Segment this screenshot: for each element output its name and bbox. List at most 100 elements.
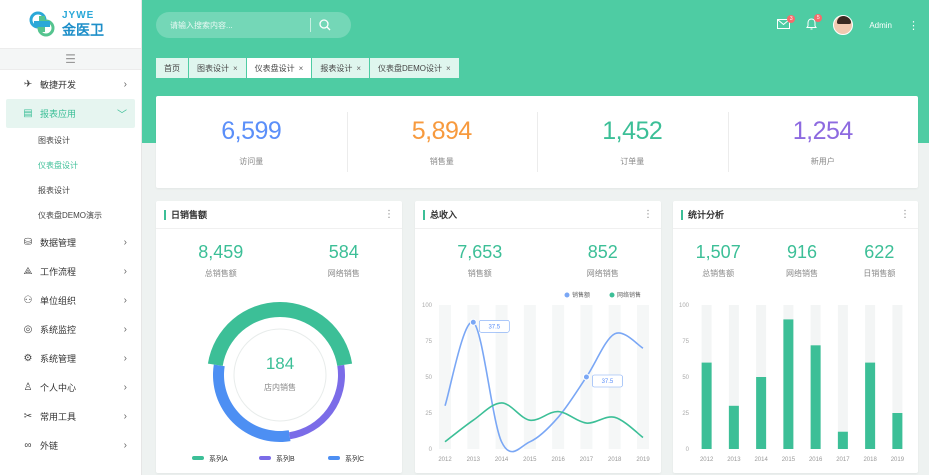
link-icon: ∞ xyxy=(24,440,32,451)
more-menu-icon[interactable]: ⋮ xyxy=(908,19,919,32)
x-tick-label: 2015 xyxy=(782,457,796,463)
user-name[interactable]: Admin xyxy=(869,21,892,30)
chevron-down-icon: ﹀ xyxy=(117,110,127,121)
bar[interactable] xyxy=(892,413,903,449)
data-point[interactable] xyxy=(582,373,590,381)
legend-label[interactable]: 系列C xyxy=(345,454,364,463)
y-tick-label: 100 xyxy=(679,303,690,309)
stat-block: 1,452 订单量 xyxy=(537,96,728,188)
stat-label: 总销售额 xyxy=(702,269,735,278)
close-icon[interactable]: × xyxy=(356,64,361,73)
bar[interactable] xyxy=(865,362,876,449)
sidebar-menu: ✈ 敏捷开发 › ▤ 报表应用 ﹀ 图表设计 仪表盘设计 报表设计 仪表盘DEMO演示 ⛁ 数据管理 ›… xyxy=(0,70,141,460)
legend-label[interactable]: 系列A xyxy=(209,454,228,463)
bar[interactable] xyxy=(810,345,821,449)
search-divider xyxy=(310,18,311,32)
search-icon[interactable] xyxy=(319,19,331,31)
stat-value: 1,254 xyxy=(792,117,854,145)
sidebar-subitem[interactable]: 图表设计 xyxy=(0,128,141,153)
logo[interactable]: JYWE 金医卫 xyxy=(0,0,141,48)
bell-icon[interactable]: 5 xyxy=(806,13,823,33)
panel-title: 日销售额 xyxy=(171,210,208,220)
sidebar-item-8[interactable]: ✂ 常用工具 › xyxy=(0,402,141,431)
bar[interactable] xyxy=(701,362,712,449)
legend-swatch xyxy=(192,456,204,460)
x-tick-label: 2012 xyxy=(700,457,714,463)
sidebar-item-label: 外链 xyxy=(40,441,59,451)
bar[interactable] xyxy=(728,405,739,449)
bar[interactable] xyxy=(837,431,848,449)
logo-icon xyxy=(29,11,55,37)
bar[interactable] xyxy=(783,319,794,449)
workflow-icon: ⟁ xyxy=(23,266,33,277)
sidebar-item-9[interactable]: ∞ 外链 › xyxy=(0,431,141,460)
collapse-menu-icon[interactable]: ☰ xyxy=(0,48,141,70)
stat-block: 1,254 新用户 xyxy=(727,96,919,188)
chevron-right-icon: › xyxy=(123,237,127,248)
sidebar-subitem[interactable]: 报表设计 xyxy=(0,178,141,203)
bar-chart: 0 25 50 75 100 2012 2013 2014 2015 2016 2017 2018 20… xyxy=(679,303,905,463)
sidebar: JYWE 金医卫 ☰ ✈ 敏捷开发 › ▤ 报表应用 ﹀ 图表设计 仪表盘设计 报表设计 仪表盘D… xyxy=(0,0,142,475)
chevron-right-icon: › xyxy=(123,266,127,277)
tab-label: 报表设计 xyxy=(320,63,353,73)
data-point[interactable] xyxy=(469,318,477,326)
tab-4[interactable]: 仪表盘DEMO设计 × xyxy=(370,58,459,78)
y-tick-label: 25 xyxy=(682,411,689,417)
sidebar-item-2[interactable]: ⛁ 数据管理 › xyxy=(0,228,141,257)
tab-2[interactable]: 仪表盘设计 × xyxy=(246,58,312,78)
grid-band xyxy=(523,305,536,449)
panel-stats: 7,653 销售额 852 网络销售 xyxy=(415,229,661,279)
panel-stats: 8,459 总销售额 584 网络销售 xyxy=(156,229,402,279)
sidebar-item-4[interactable]: ⚇ 单位组织 › xyxy=(0,286,141,315)
sidebar-item-5[interactable]: ◎ 系统监控 › xyxy=(0,315,141,344)
legend-label[interactable]: 系列B xyxy=(276,454,295,463)
sidebar-item-1[interactable]: ▤ 报表应用 ﹀ xyxy=(6,99,135,128)
stat-block: 6,599 访问量 xyxy=(156,96,347,188)
user-icon: ♙ xyxy=(23,382,33,393)
sidebar-item-7[interactable]: ♙ 个人中心 › xyxy=(0,373,141,402)
donut-center-label: 店内销售 xyxy=(264,382,296,392)
bell-badge: 5 xyxy=(814,13,823,22)
total-income-panel: 总收入 ⋮ 7,653 销售额 852 网络销售 2012 2013 2014 2015 2… xyxy=(415,201,661,473)
tab-label: 仪表盘DEMO设计 xyxy=(378,63,443,73)
panel-more-icon[interactable]: ⋮ xyxy=(384,209,394,220)
sidebar-item-6[interactable]: ⚙ 系统管理 › xyxy=(0,344,141,373)
legend-swatch xyxy=(259,456,271,460)
sidebar-subitem[interactable]: 仪表盘DEMO演示 xyxy=(0,203,141,228)
tab-0[interactable]: 首页 xyxy=(156,58,188,78)
donut-center-value: 184 xyxy=(266,354,294,373)
search-input[interactable] xyxy=(170,20,310,30)
legend-label[interactable]: 网络销售 xyxy=(617,291,641,299)
annotation-label: 37.5 xyxy=(602,379,614,385)
legend-label[interactable]: 销售额 xyxy=(572,291,590,299)
panel-stats: 1,507 总销售额 916 网络销售 622 日销售额 xyxy=(673,229,918,279)
close-icon[interactable]: × xyxy=(299,64,304,73)
tab-1[interactable]: 图表设计 × xyxy=(189,58,246,78)
x-tick-label: 2014 xyxy=(495,457,509,463)
tab-3[interactable]: 报表设计 × xyxy=(312,58,370,78)
bar-background xyxy=(837,305,848,449)
panel-more-icon[interactable]: ⋮ xyxy=(643,209,653,220)
x-tick-label: 2012 xyxy=(438,457,452,463)
bar[interactable] xyxy=(756,377,767,449)
legend-swatch xyxy=(328,456,340,460)
sidebar-item-label: 敏捷开发 xyxy=(40,80,77,90)
chevron-right-icon: › xyxy=(123,382,127,393)
sidebar-item-3[interactable]: ⟁ 工作流程 › xyxy=(0,257,141,286)
sidebar-subitem[interactable]: 仪表盘设计 xyxy=(0,153,141,178)
mail-icon[interactable]: 3 xyxy=(777,14,796,32)
avatar[interactable] xyxy=(833,15,854,35)
stat-value: 5,894 xyxy=(411,117,473,145)
close-icon[interactable]: × xyxy=(446,64,451,73)
main-area: 3 5 Admin ⋮ 首页图表设计×仪表盘设计×报表设计×仪表盘DEMO设计×… xyxy=(142,0,929,475)
panel-accent xyxy=(423,209,425,220)
search-box xyxy=(156,12,351,38)
close-icon[interactable]: × xyxy=(233,64,238,73)
donut-slice[interactable] xyxy=(213,364,291,442)
stat-value: 1,452 xyxy=(602,117,663,145)
organization-icon: ⚇ xyxy=(23,295,33,306)
database-icon: ⛁ xyxy=(23,237,33,248)
sidebar-item-0[interactable]: ✈ 敏捷开发 › xyxy=(0,70,141,99)
panel-more-icon[interactable]: ⋮ xyxy=(900,209,910,220)
sidebar-item-label: 工作流程 xyxy=(40,267,77,277)
